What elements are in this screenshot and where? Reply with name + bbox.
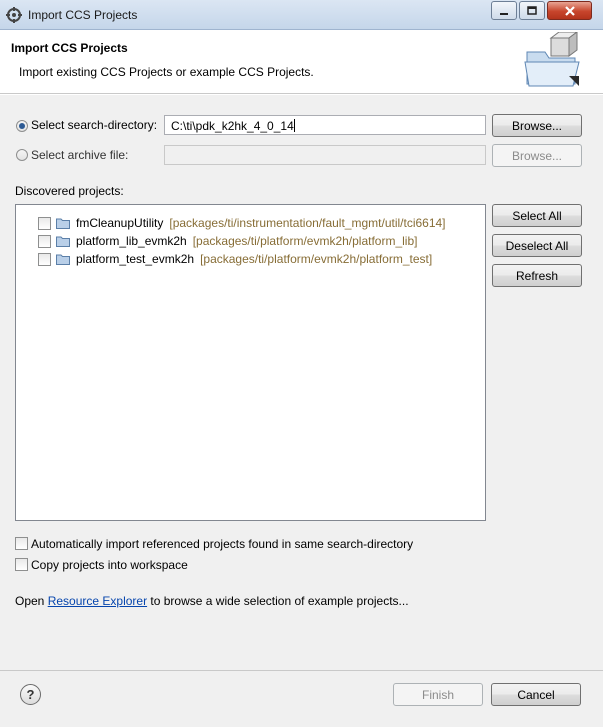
maximize-icon: [527, 5, 537, 15]
close-icon: [564, 5, 575, 16]
deselect-all-button[interactable]: Deselect All: [492, 234, 582, 257]
auto-import-label: Automatically import referenced projects…: [31, 537, 414, 551]
search-directory-label: Select search-directory:: [31, 118, 158, 132]
resource-explorer-text: Open Resource Explorer to browse a wide …: [15, 594, 409, 608]
project-row[interactable]: platform_test_evmk2h [packages/ti/platfo…: [38, 250, 432, 268]
archive-file-label: Select archive file:: [31, 148, 129, 162]
minimize-button[interactable]: [491, 1, 517, 20]
project-name: platform_lib_evmk2h: [76, 234, 187, 248]
dialog-description: Import existing CCS Projects or example …: [19, 65, 314, 79]
resource-explorer-link[interactable]: Resource Explorer: [48, 594, 147, 608]
select-all-button[interactable]: Select All: [492, 204, 582, 227]
dialog-body: Select search-directory: C:\ti\pdk_k2hk_…: [0, 95, 603, 727]
browse-directory-button[interactable]: Browse...: [492, 114, 582, 137]
minimize-icon: [500, 12, 508, 15]
project-path: [packages/ti/platform/evmk2h/platform_li…: [192, 234, 418, 248]
project-path: [packages/ti/instrumentation/fault_mgmt/…: [169, 216, 446, 230]
project-name: platform_test_evmk2h: [76, 252, 195, 266]
project-folder-icon: [56, 236, 70, 247]
search-directory-radio[interactable]: [16, 120, 28, 132]
refresh-button[interactable]: Refresh: [492, 264, 582, 287]
maximize-button[interactable]: [519, 1, 545, 20]
resource-text-before: Open: [15, 594, 48, 608]
import-wizard-banner-icon: [524, 32, 580, 87]
project-folder-icon: [56, 218, 70, 229]
finish-button[interactable]: Finish: [393, 683, 483, 706]
copy-projects-checkbox[interactable]: [15, 558, 28, 571]
auto-import-checkbox[interactable]: [15, 537, 28, 550]
project-folder-icon: [56, 254, 70, 265]
close-button[interactable]: [547, 1, 592, 20]
project-checkbox[interactable]: [38, 252, 51, 266]
window-titlebar: Import CCS Projects: [0, 0, 603, 30]
search-directory-value: C:\ti\pdk_k2hk_4_0_14: [171, 119, 294, 133]
copy-projects-label: Copy projects into workspace: [31, 558, 188, 572]
discovered-projects-list[interactable]: fmCleanupUtility [packages/ti/instrument…: [15, 204, 486, 521]
dialog-header: Import CCS Projects Import existing CCS …: [0, 30, 603, 94]
browse-archive-button[interactable]: Browse...: [492, 144, 582, 167]
resource-text-after: to browse a wide selection of example pr…: [147, 594, 409, 608]
text-caret: [293, 119, 295, 132]
project-checkbox[interactable]: [38, 234, 51, 248]
project-path: [packages/ti/platform/evmk2h/platform_te…: [200, 252, 433, 266]
project-row[interactable]: fmCleanupUtility [packages/ti/instrument…: [38, 214, 446, 232]
cancel-button[interactable]: Cancel: [491, 683, 581, 706]
archive-file-input[interactable]: [164, 145, 486, 165]
help-icon[interactable]: ?: [20, 684, 41, 705]
discovered-projects-label: Discovered projects:: [15, 184, 124, 198]
project-name: fmCleanupUtility: [76, 216, 164, 230]
window-title: Import CCS Projects: [28, 8, 138, 22]
archive-file-radio[interactable]: [16, 149, 28, 161]
search-directory-input[interactable]: C:\ti\pdk_k2hk_4_0_14: [164, 115, 486, 135]
ccs-app-icon: [6, 7, 22, 23]
dialog-title: Import CCS Projects: [11, 41, 128, 55]
project-checkbox[interactable]: [38, 216, 51, 230]
project-row[interactable]: platform_lib_evmk2h [packages/ti/platfor…: [38, 232, 417, 250]
footer-separator: [0, 670, 603, 671]
